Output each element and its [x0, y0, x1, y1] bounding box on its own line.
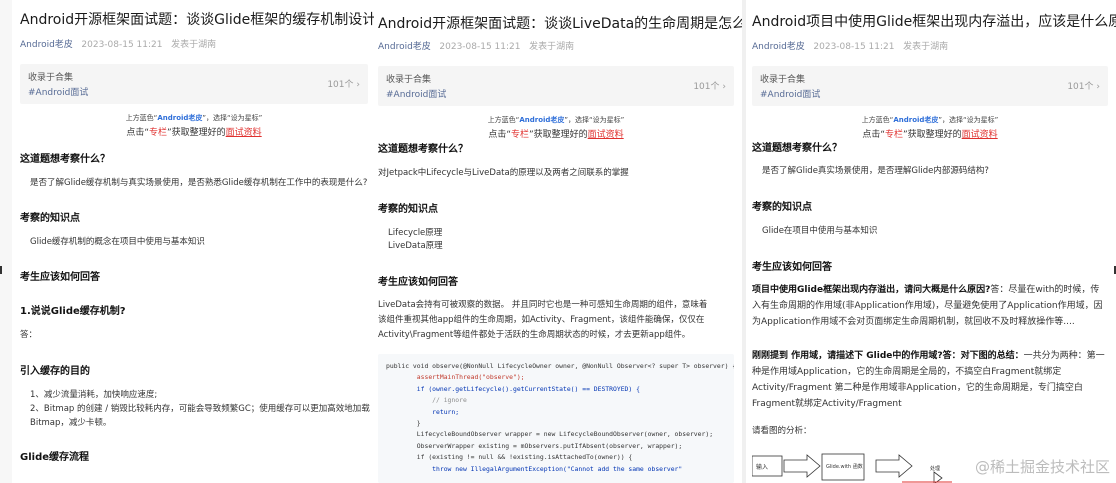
section-text: LiveData原理	[388, 241, 443, 251]
publish-datetime: 2023-08-15 11:21	[813, 42, 895, 52]
collection-tag[interactable]: #Android面试	[386, 87, 446, 100]
arrow-right-icon	[875, 454, 913, 478]
publish-datetime: 2023-08-15 11:21	[439, 42, 521, 52]
chevron-right-icon: ›	[722, 82, 726, 92]
section-heading: 这道题想考察什么？	[20, 154, 110, 165]
section-heading: 考察的知识点	[752, 202, 812, 213]
collection-tag[interactable]: #Android面试	[760, 87, 820, 100]
section-text: 请看图的分析：	[752, 426, 812, 436]
collection-count: 101个 ›	[327, 80, 360, 90]
collection-label: 收录于合集	[760, 75, 806, 85]
code-line: public void observe(@NonNull LifecycleOw…	[386, 362, 734, 370]
promo-banner: 上方蓝色“Android老皮”，选择“设为星标” 点击“专栏”获取整理好的面试资…	[861, 116, 999, 140]
section-heading: 这道题想考察什么？	[752, 143, 842, 154]
section-heading: 1.说说Glide缓存机制?	[20, 306, 126, 317]
author-link[interactable]: Android老皮	[20, 40, 73, 50]
collection-label: 收录于合集	[28, 73, 74, 83]
section-text: 是否了解Glide缓存机制与真实场景使用，是否熟悉Glide缓存机制在工作中的表…	[30, 178, 368, 188]
article-meta: Android老皮 2023-08-15 11:21 发表于湖南	[378, 39, 574, 52]
watermark: @稀土掘金技术社区	[974, 458, 1110, 476]
section-heading: 考察的知识点	[20, 213, 80, 224]
promo-banner: 上方蓝色“Android老皮”，选择“设为星标” 点击“专栏”获取整理好的面试资…	[487, 116, 625, 140]
flow-diagram: 输入 Glide.with 函数 处理	[752, 453, 952, 483]
code-line: LifecycleBoundObserver wrapper = new Lif…	[386, 430, 714, 439]
code-line: if (owner.getLifecycle().getCurrentState…	[386, 384, 640, 393]
article-title: Android开源框架面试题：谈谈Glide框架的缓存机制设计	[20, 12, 374, 28]
section-text: 2、Bitmap 的创建 / 销毁比较耗内存，可能会导致频繁GC；使用缓存可以更…	[30, 404, 370, 414]
section-text: Lifecycle原理	[388, 228, 443, 238]
author-link[interactable]: Android老皮	[378, 42, 431, 52]
diagram-box-input-label: 输入	[756, 463, 768, 471]
publish-datetime: 2023-08-15 11:21	[81, 40, 163, 50]
diagram-box-with-label: Glide.with 函数	[826, 463, 863, 470]
section-heading: Glide缓存流程	[20, 452, 90, 463]
code-line: return;	[386, 407, 460, 416]
promo-link[interactable]: 面试资料	[226, 128, 262, 138]
section-text: LiveData会持有可被观察的数据。 并且同时它也是一种可感知生命周期的组件，…	[378, 300, 708, 310]
section-text: Glide在项目中使用与基本知识	[762, 226, 878, 236]
section-text: 是否了解Glide真实场景使用，是否理解Glide内部源码结构?	[762, 166, 989, 176]
answer-paragraph: 刚刚提到 作用域，请描述下 Glide中的作用域?答：对下图的总结：一共分为两种…	[752, 351, 1105, 409]
section-heading: 考生应该如何回答	[752, 262, 832, 273]
promo-link[interactable]: 面试资料	[588, 130, 624, 140]
section-heading: 引入缓存的目的	[20, 366, 90, 377]
section-heading: 这道题想考察什么？	[378, 144, 468, 155]
arrow-down-icon	[933, 471, 943, 483]
publish-location: 发表于湖南	[171, 40, 217, 50]
collection-label: 收录于合集	[386, 75, 432, 85]
collection-count: 101个 ›	[693, 82, 726, 92]
collection-card[interactable]: 收录于合集 #Android面试 101个 ›	[20, 64, 368, 104]
code-line: if (existing != null && !existing.isAtta…	[386, 453, 633, 462]
code-line: ObserverWrapper existing = mObservers.pu…	[386, 441, 683, 450]
section-heading: 考生应该如何回答	[20, 272, 100, 283]
article-panel-1: Android开源框架面试题：谈谈Glide框架的缓存机制设计 Android老…	[0, 0, 374, 483]
code-line: throw new IllegalArgumentException("Cann…	[386, 464, 683, 473]
edge-marker	[0, 266, 2, 274]
collection-card[interactable]: 收录于合集 #Android面试 101个 ›	[752, 66, 1108, 106]
arrow-right-icon	[783, 454, 821, 478]
collection-card[interactable]: 收录于合集 #Android面试 101个 ›	[378, 66, 734, 106]
section-text: Glide缓存机制的概念在项目中使用与基本知识	[30, 237, 205, 247]
code-block: public void observe(@NonNull LifecycleOw…	[378, 354, 734, 483]
promo-banner: 上方蓝色“Android老皮”，选择“设为星标” 点击“专栏”获取整理好的面试资…	[125, 114, 263, 138]
answer-paragraph: 项目中使用Glide框架出现内存溢出，请问大概是什么原因?答：尽量在with的时…	[752, 285, 1103, 327]
article-meta: Android老皮 2023-08-15 11:21 发表于湖南	[20, 37, 216, 50]
chevron-right-icon: ›	[1096, 82, 1100, 92]
diagram-box-process-label: 处理	[930, 465, 940, 472]
publish-location: 发表于湖南	[903, 42, 949, 52]
promo-link[interactable]: 面试资料	[962, 130, 998, 140]
section-text: Bitmap，减少卡顿。	[30, 418, 112, 428]
publish-location: 发表于湖南	[529, 42, 575, 52]
section-heading: 考生应该如何回答	[378, 277, 458, 288]
chevron-right-icon: ›	[356, 80, 360, 90]
article-panel-3: Android项目中使用Glide框架出现内存溢出，应该是什么原因? Andro…	[746, 0, 1116, 483]
author-link[interactable]: Android老皮	[752, 42, 805, 52]
section-text: Activity\Fragment等组件都处于活跃的生命周期状态的时候，才去更新…	[378, 330, 691, 340]
article-meta: Android老皮 2023-08-15 11:21 发表于湖南	[752, 39, 948, 52]
section-text: 答：	[20, 330, 38, 340]
section-text: 对Jetpack中Lifecycle与LiveData的原理以及两者之间联系的掌…	[378, 168, 629, 178]
section-heading: 考察的知识点	[378, 204, 438, 215]
section-text: 1、减少流量消耗，加快响应速度;	[30, 390, 158, 400]
article-title: Android开源框架面试题：谈谈LiveData的生命周期是怎么监听的?	[378, 16, 746, 32]
code-line: }	[386, 419, 421, 428]
collection-count: 101个 ›	[1067, 82, 1100, 92]
section-text: 该组件重视其他app组件的生命周期，如Activity、Fragment，该组件…	[378, 315, 705, 325]
article-title: Android项目中使用Glide框架出现内存溢出，应该是什么原因?	[752, 14, 1116, 30]
code-line: // ignore	[386, 396, 467, 405]
collection-tag[interactable]: #Android面试	[28, 85, 88, 98]
article-panel-2: Android开源框架面试题：谈谈LiveData的生命周期是怎么监听的? An…	[374, 0, 746, 483]
code-line: assertMainThread("observe");	[386, 373, 525, 382]
